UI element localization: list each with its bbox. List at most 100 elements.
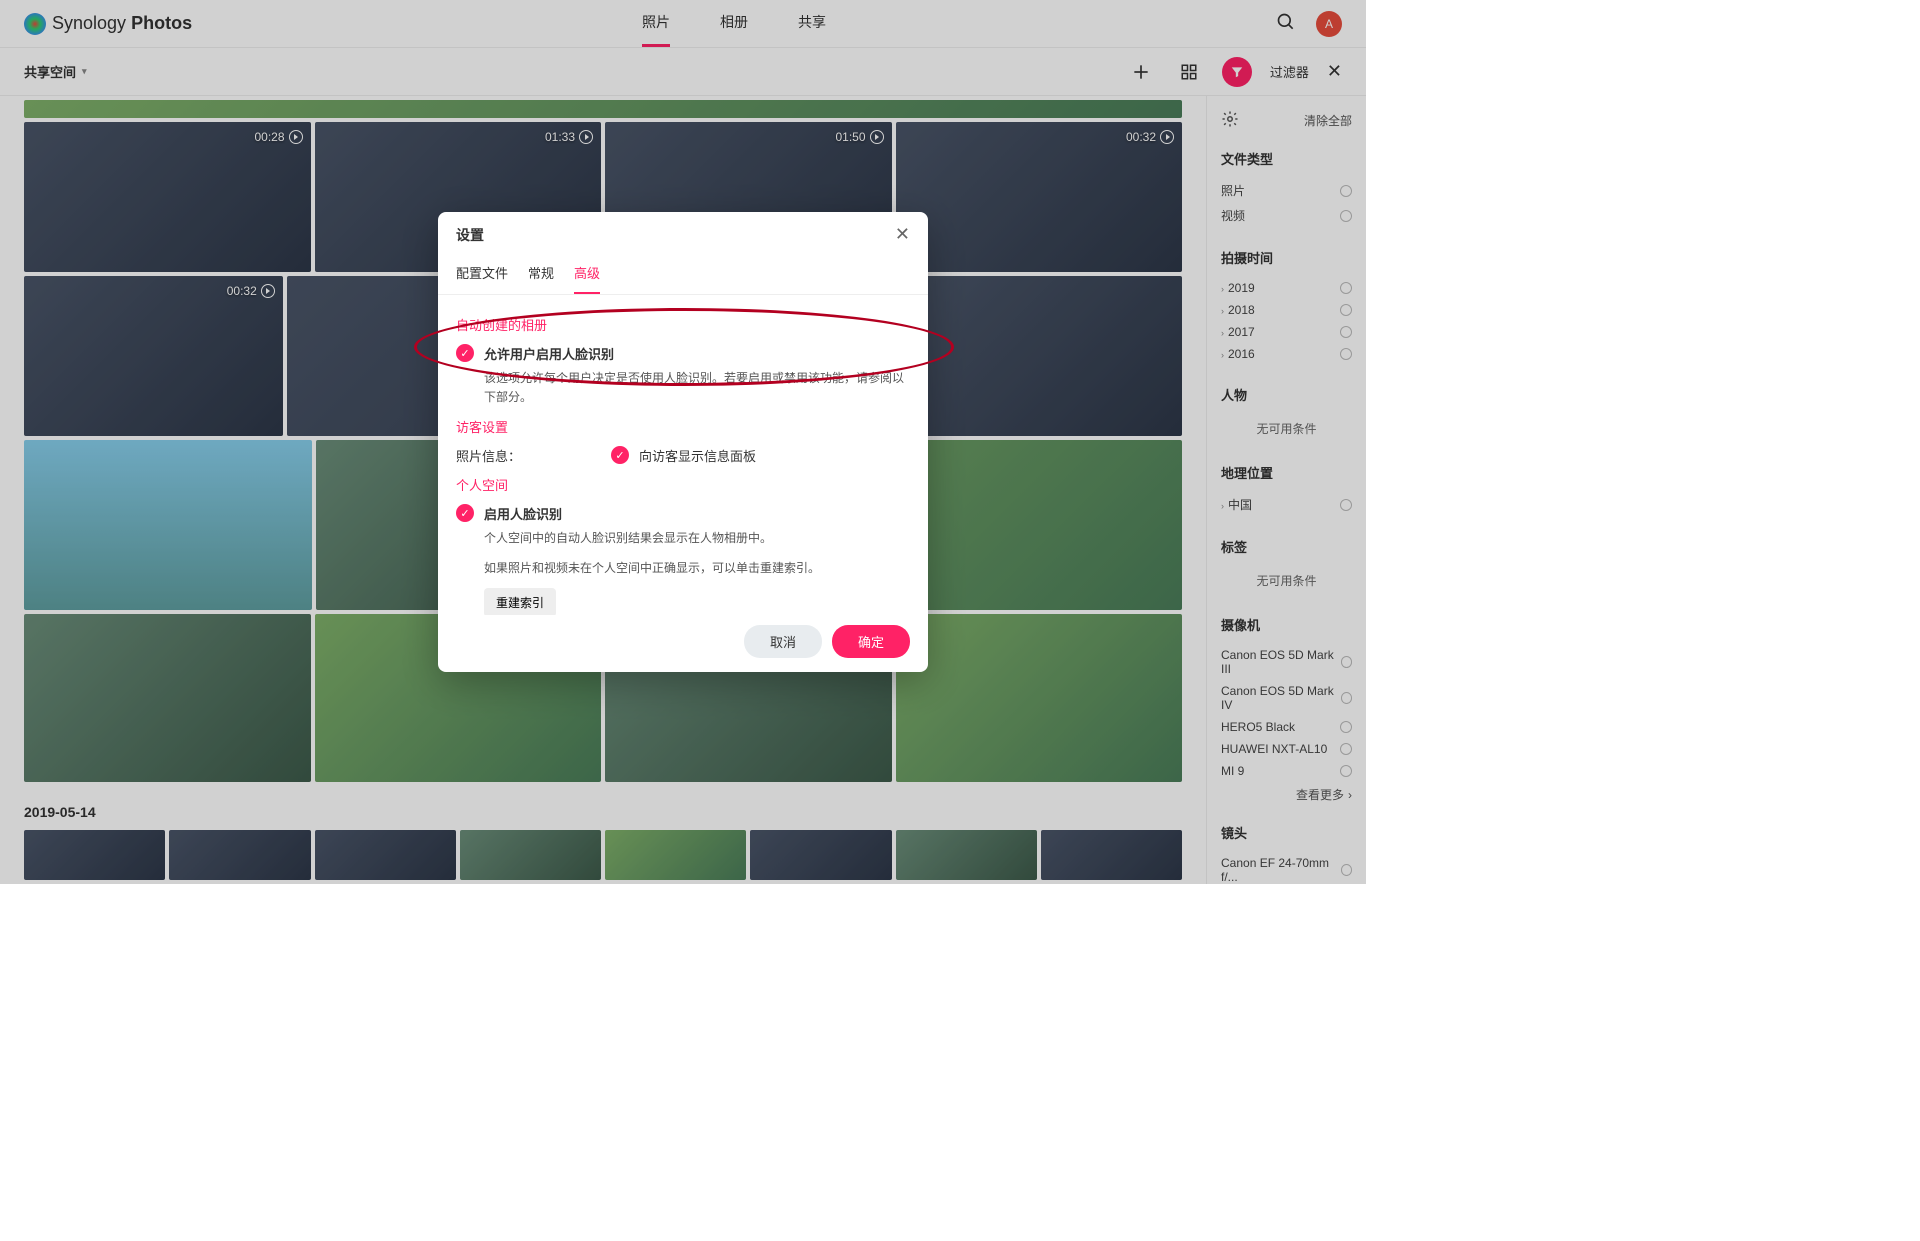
radio-icon xyxy=(1340,721,1352,733)
checkbox-checked-icon xyxy=(456,344,474,362)
filter-title-lens: 镜头 xyxy=(1221,823,1352,842)
see-more-button[interactable]: 查看更多› xyxy=(1221,782,1352,803)
close-icon[interactable]: ✕ xyxy=(895,224,910,245)
filter-title-filetype: 文件类型 xyxy=(1221,149,1352,168)
thumbnail[interactable]: 00:32 xyxy=(24,276,283,436)
ok-button[interactable]: 确定 xyxy=(832,625,910,658)
settings-modal: 设置 ✕ 配置文件 常规 高级 自动创建的相册 允许用户启用人脸识别 该选项允许… xyxy=(438,212,928,672)
thumbnail[interactable] xyxy=(460,830,601,880)
space-selector[interactable]: 共享空间 ▾ xyxy=(24,62,87,81)
video-duration: 01:33 xyxy=(545,130,593,144)
radio-icon xyxy=(1341,864,1352,876)
space-label: 共享空间 xyxy=(24,62,76,81)
thumbnail[interactable] xyxy=(24,614,311,782)
chevron-right-icon: › xyxy=(1221,328,1224,338)
reindex-button[interactable]: 重建索引 xyxy=(484,588,556,615)
filter-item-year[interactable]: ›2019 xyxy=(1221,277,1352,299)
checkbox-show-panel[interactable]: 向访客显示信息面板 xyxy=(611,446,756,465)
thumbnail[interactable] xyxy=(923,276,1182,436)
tab-profile[interactable]: 配置文件 xyxy=(456,257,508,294)
checkbox-label: 允许用户启用人脸识别 xyxy=(484,344,614,363)
close-filter-icon[interactable]: ✕ xyxy=(1327,61,1342,82)
empty-state: 无可用条件 xyxy=(1221,566,1352,595)
video-duration: 00:28 xyxy=(254,130,302,144)
radio-icon xyxy=(1340,210,1352,222)
app-logo[interactable]: Synology Photos xyxy=(24,13,192,35)
radio-icon xyxy=(1340,185,1352,197)
radio-icon xyxy=(1340,499,1352,511)
filter-item-video[interactable]: 视频 xyxy=(1221,203,1352,228)
filter-label: 过滤器 xyxy=(1270,62,1309,81)
filter-item-camera[interactable]: HUAWEI NXT-AL10 xyxy=(1221,738,1352,760)
grid-view-icon[interactable] xyxy=(1174,57,1204,87)
filter-item-camera[interactable]: HERO5 Black xyxy=(1221,716,1352,738)
play-icon xyxy=(579,130,593,144)
filter-item-photo[interactable]: 照片 xyxy=(1221,178,1352,203)
checkbox-description: 个人空间中的自动人脸识别结果会显示在人物相册中。 xyxy=(484,529,910,548)
thumbnail[interactable] xyxy=(24,440,312,610)
nav-photos[interactable]: 照片 xyxy=(642,0,670,47)
thumbnail[interactable] xyxy=(315,830,456,880)
filter-button[interactable] xyxy=(1222,57,1252,87)
filter-item-camera[interactable]: Canon EOS 5D Mark IV xyxy=(1221,680,1352,716)
chevron-right-icon: › xyxy=(1221,501,1224,511)
section-personal: 个人空间 xyxy=(456,475,910,494)
filter-title-time: 拍摄时间 xyxy=(1221,248,1352,267)
filter-item-year[interactable]: ›2018 xyxy=(1221,299,1352,321)
thumbnail[interactable] xyxy=(24,100,1182,118)
filter-title-people: 人物 xyxy=(1221,385,1352,404)
filter-item-year[interactable]: ›2017 xyxy=(1221,321,1352,343)
clear-all-button[interactable]: 清除全部 xyxy=(1304,112,1352,129)
radio-icon xyxy=(1341,692,1352,704)
section-auto-album: 自动创建的相册 xyxy=(456,315,910,334)
filter-item-year[interactable]: ›2016 xyxy=(1221,343,1352,365)
radio-icon xyxy=(1341,656,1352,668)
logo-icon xyxy=(24,13,46,35)
avatar[interactable]: A xyxy=(1316,11,1342,37)
thumbnail[interactable] xyxy=(896,830,1037,880)
nav-albums[interactable]: 相册 xyxy=(720,0,748,47)
chevron-right-icon: › xyxy=(1221,306,1224,316)
photo-info-label: 照片信息： xyxy=(456,446,521,465)
video-duration: 00:32 xyxy=(227,284,275,298)
brand-suffix: Photos xyxy=(131,13,192,33)
checkbox-enable-face[interactable]: 启用人脸识别 xyxy=(456,504,910,523)
video-duration: 01:50 xyxy=(835,130,883,144)
thumbnail[interactable] xyxy=(24,830,165,880)
checkbox-label: 向访客显示信息面板 xyxy=(639,446,756,465)
play-icon xyxy=(1160,130,1174,144)
toolbar: 共享空间 ▾ 过滤器 ✕ xyxy=(0,48,1366,96)
filter-title-geo: 地理位置 xyxy=(1221,463,1352,482)
thumbnail[interactable] xyxy=(750,830,891,880)
radio-icon xyxy=(1340,304,1352,316)
checkbox-description: 如果照片和视频未在个人空间中正确显示，可以单击重建索引。 xyxy=(484,559,910,578)
checkbox-description: 该选项允许每个用户决定是否使用人脸识别。若要启用或禁用该功能，请参阅以下部分。 xyxy=(484,369,910,407)
cancel-button[interactable]: 取消 xyxy=(744,625,822,658)
filter-sidebar: 清除全部 文件类型 照片 视频 拍摄时间 ›2019 ›2018 ›2017 ›… xyxy=(1206,96,1366,884)
filter-item-camera[interactable]: Canon EOS 5D Mark III xyxy=(1221,644,1352,680)
tab-general[interactable]: 常规 xyxy=(528,257,554,294)
search-icon[interactable] xyxy=(1276,12,1296,35)
thumbnail[interactable] xyxy=(169,830,310,880)
modal-body[interactable]: 自动创建的相册 允许用户启用人脸识别 该选项允许每个用户决定是否使用人脸识别。若… xyxy=(438,295,928,615)
add-button[interactable] xyxy=(1126,57,1156,87)
thumbnail[interactable] xyxy=(896,614,1183,782)
thumbnail[interactable] xyxy=(1041,830,1182,880)
modal-tabs: 配置文件 常规 高级 xyxy=(438,257,928,295)
radio-icon xyxy=(1340,326,1352,338)
tab-advanced[interactable]: 高级 xyxy=(574,257,600,294)
radio-icon xyxy=(1340,348,1352,360)
gear-icon[interactable] xyxy=(1221,110,1239,131)
nav-share[interactable]: 共享 xyxy=(798,0,826,47)
filter-item-camera[interactable]: MI 9 xyxy=(1221,760,1352,782)
empty-state: 无可用条件 xyxy=(1221,414,1352,443)
thumbnail[interactable]: 00:28 xyxy=(24,122,311,272)
thumbnail[interactable]: 00:32 xyxy=(896,122,1183,272)
chevron-down-icon: ▾ xyxy=(82,66,87,77)
filter-item-lens[interactable]: Canon EF 24-70mm f/... xyxy=(1221,852,1352,884)
checkbox-allow-face[interactable]: 允许用户启用人脸识别 xyxy=(456,344,910,363)
thumbnail[interactable] xyxy=(605,830,746,880)
video-duration: 00:32 xyxy=(1126,130,1174,144)
filter-item-geo[interactable]: ›中国 xyxy=(1221,492,1352,517)
play-icon xyxy=(261,284,275,298)
